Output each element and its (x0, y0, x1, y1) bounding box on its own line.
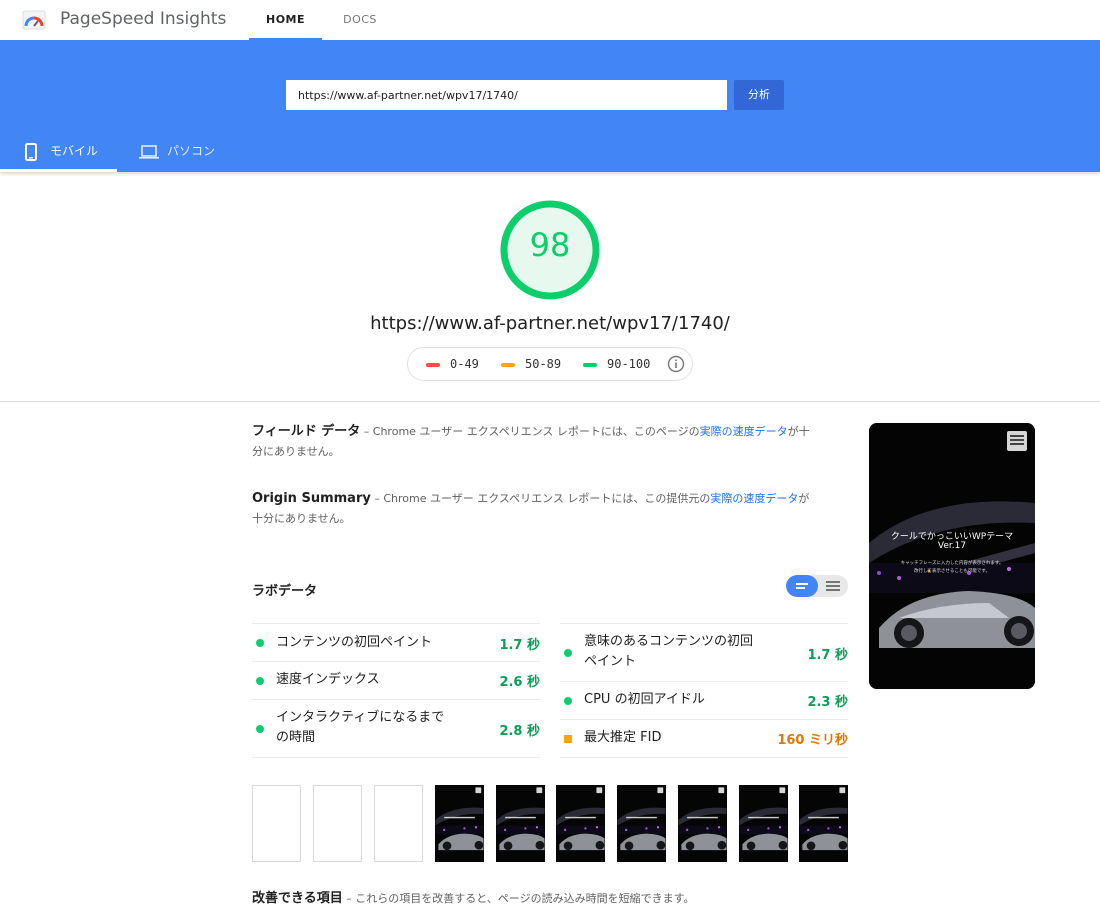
origin-summary-link[interactable]: 実際の速度データ (710, 492, 798, 505)
field-data-text: – Chrome ユーザー エクスペリエンス レポートには、このページの (360, 425, 700, 438)
metric-label: 意味のあるコンテンツの初回ペイント (584, 634, 754, 669)
lab-metrics-right: 意味のあるコンテンツの初回ペイント 1.7 秒 CPU の初回アイドル 2.3 … (560, 623, 848, 758)
filmstrip-frame (374, 785, 423, 862)
metric-value: 1.7 秒 (499, 638, 540, 653)
filmstrip-frame (435, 785, 484, 862)
fail-marker (426, 363, 440, 367)
filmstrip-frame (739, 785, 788, 862)
filmstrip-frame (799, 785, 848, 862)
filmstrip-frame (252, 785, 301, 862)
origin-summary-section: Origin Summary – Chrome ユーザー エクスペリエンス レポ… (252, 489, 812, 529)
field-data-link[interactable]: 実際の速度データ (700, 425, 788, 438)
average-marker (501, 363, 515, 367)
metric-value: 2.8 秒 (499, 724, 540, 739)
metric-label: コンテンツの初回ペイント (276, 635, 433, 650)
metric-first-cpu-idle: CPU の初回アイドル 2.3 秒 (560, 681, 848, 719)
filmstrip-frame (556, 785, 605, 862)
score-legend: 0-49 50-89 90-100 (407, 347, 693, 381)
filmstrip-thumbnail (799, 785, 848, 862)
info-icon[interactable] (667, 355, 685, 373)
filmstrip-frame (313, 785, 362, 862)
filmstrip-frame (496, 785, 545, 862)
metric-time-to-interactive: インタラクティブになるまでの時間 2.8 秒 (252, 699, 540, 758)
filmstrip-thumbnail (435, 785, 484, 862)
screenshot-background (869, 423, 1035, 689)
metric-max-potential-fid: 最大推定 FID 160 ミリ秒 (560, 719, 848, 758)
metric-label: インタラクティブになるまでの時間 (276, 710, 445, 745)
metric-speed-index: 速度インデックス 2.6 秒 (252, 661, 540, 699)
smartphone-icon (25, 143, 37, 161)
average-icon (564, 735, 572, 743)
filmstrip-thumbnail (556, 785, 605, 862)
screenshot-catchphrase-2: 改行して表示させることも可能です。 (914, 569, 990, 574)
screenshot-version: Ver.17 (937, 541, 967, 551)
tab-desktop-label: パソコン (167, 144, 216, 158)
legend-pass-label: 90-100 (607, 357, 651, 371)
metric-label: 最大推定 FID (584, 730, 662, 745)
opportunities-section: 改善できる項目 – これらの項目を改善すると、ページの読み込み時間を短縮できます… (252, 887, 694, 906)
origin-summary-title: Origin Summary (252, 491, 371, 506)
metric-first-meaningful-paint: 意味のあるコンテンツの初回ペイント 1.7 秒 (560, 623, 848, 681)
metric-label: CPU の初回アイドル (584, 692, 705, 707)
analyzed-url: https://www.af-partner.net/wpv17/1740/ (370, 313, 730, 334)
metric-value: 2.6 秒 (499, 675, 540, 690)
opportunities-title: 改善できる項目 (252, 891, 343, 906)
tab-mobile[interactable]: モバイル (0, 132, 117, 172)
performance-score: 98 (529, 226, 571, 264)
pass-marker (583, 363, 597, 367)
metric-first-contentful-paint: コンテンツの初回ペイント 1.7 秒 (252, 623, 540, 661)
opportunities-description: – これらの項目を改善すると、ページの読み込み時間を短縮できます。 (342, 892, 695, 905)
metric-label: 速度インデックス (276, 672, 380, 687)
tab-desktop[interactable]: パソコン (133, 132, 233, 172)
compact-list-icon (796, 583, 808, 589)
expanded-list-icon[interactable] (818, 575, 848, 597)
top-bar: PageSpeed Insights HOME DOCS (0, 0, 1100, 40)
tab-home[interactable]: HOME (249, 0, 322, 40)
search-banner: 分析 モバイル パソコン (0, 40, 1100, 172)
metric-value: 1.7 秒 (807, 648, 848, 663)
tab-mobile-label: モバイル (50, 144, 99, 158)
laptop-icon (139, 145, 159, 159)
metrics-view-toggle[interactable] (786, 575, 848, 597)
compact-view-button[interactable] (786, 575, 818, 597)
filmstrip-thumbnail (617, 785, 666, 862)
filmstrip-thumbnail (678, 785, 727, 862)
url-input[interactable] (286, 80, 727, 110)
pass-icon (256, 677, 264, 685)
lab-metrics-left: コンテンツの初回ペイント 1.7 秒 速度インデックス 2.6 秒 インタラクテ… (252, 623, 540, 758)
pass-icon (256, 725, 264, 733)
legend-average-label: 50-89 (525, 357, 562, 371)
origin-summary-text: – Chrome ユーザー エクスペリエンス レポートには、この提供元の (370, 492, 711, 505)
pass-icon (564, 649, 572, 657)
pagespeed-gauge-icon[interactable] (22, 8, 46, 32)
app-title: PageSpeed Insights (60, 9, 227, 29)
section-divider (0, 401, 1100, 402)
screenshot-catchphrase: キャッチフレーズに入力した内容が表示されます。 (900, 561, 1004, 566)
legend-fail-label: 0-49 (450, 357, 479, 371)
metric-value: 2.3 秒 (807, 695, 848, 710)
pass-icon (256, 639, 264, 647)
filmstrip-thumbnail (496, 785, 545, 862)
page-screenshot: クールでかっこいいWPテーマ Ver.17 キャッチフレーズに入力した内容が表示… (869, 423, 1035, 689)
pass-icon (564, 697, 572, 705)
field-data-title: フィールド データ (252, 424, 361, 439)
tab-docs[interactable]: DOCS (328, 0, 392, 40)
metric-value: 160 ミリ秒 (777, 733, 848, 748)
lab-data-title: ラボデータ (252, 584, 318, 599)
filmstrip-frame (678, 785, 727, 862)
filmstrip-thumbnail (739, 785, 788, 862)
field-data-section: フィールド データ – Chrome ユーザー エクスペリエンス レポートには、… (252, 422, 812, 462)
filmstrip-frame (617, 785, 666, 862)
analyze-button[interactable]: 分析 (734, 80, 784, 110)
